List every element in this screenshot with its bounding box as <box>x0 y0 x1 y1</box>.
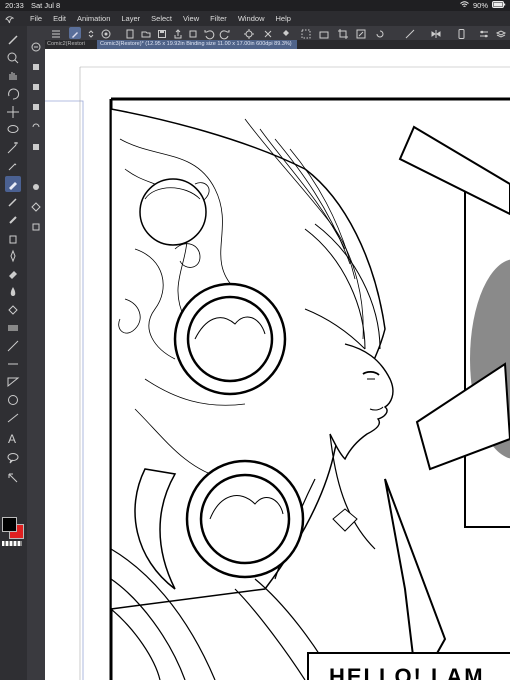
ruler-icon[interactable] <box>404 27 416 39</box>
export-icon[interactable] <box>187 27 199 39</box>
select-layer-button[interactable] <box>69 27 81 39</box>
subtool-4-icon[interactable] <box>30 120 42 132</box>
command-bar <box>0 26 510 40</box>
sub-tool-strip <box>27 40 45 680</box>
subtool-menu-icon[interactable] <box>30 40 42 52</box>
open-file-icon[interactable] <box>140 27 152 39</box>
drawing-canvas[interactable]: HELLO! I AM <box>45 49 510 680</box>
subtool-8-icon[interactable] <box>30 220 42 232</box>
status-date: Sat Jul 8 <box>31 1 61 10</box>
airbrush-icon[interactable] <box>5 230 21 246</box>
ruler-tool-icon[interactable] <box>5 392 21 408</box>
save-icon[interactable] <box>156 27 168 39</box>
pencil-icon[interactable] <box>5 194 21 210</box>
speech-balloon: HELLO! I AM <box>307 652 510 680</box>
scale-icon[interactable] <box>355 27 367 39</box>
correct-line-icon[interactable] <box>5 470 21 486</box>
layers-icon[interactable] <box>495 27 507 39</box>
settings-icon[interactable] <box>478 27 490 39</box>
menu-help[interactable]: Help <box>276 11 291 26</box>
fill-bucket-icon[interactable] <box>5 302 21 318</box>
gradient-icon[interactable] <box>5 320 21 336</box>
battery-icon <box>492 0 506 11</box>
text-tool-icon[interactable]: A <box>5 430 21 446</box>
rotate-icon[interactable] <box>374 27 386 39</box>
balloon-icon[interactable] <box>5 450 21 466</box>
menu-view[interactable]: View <box>183 11 199 26</box>
magic-wand-icon[interactable] <box>5 140 21 156</box>
app-logo-icon[interactable] <box>5 14 15 24</box>
redo-icon[interactable] <box>219 27 231 40</box>
tab-comic3[interactable]: Comic3(Restore)* (12.95 x 19.92in Bindin… <box>97 40 297 49</box>
lasso-icon[interactable] <box>5 122 21 138</box>
crop-icon[interactable] <box>337 27 349 39</box>
subtool-6-icon[interactable] <box>30 180 42 192</box>
hand-icon[interactable] <box>5 68 21 84</box>
line-art <box>45 66 510 680</box>
menu-select[interactable]: Select <box>151 11 172 26</box>
menu-window[interactable]: Window <box>238 11 265 26</box>
share-icon[interactable] <box>172 27 184 39</box>
move-icon[interactable] <box>5 104 21 120</box>
document-tab-bar: Comic2(Restori Comic3(Restore)* (12.95 x… <box>0 40 510 49</box>
line-icon[interactable] <box>5 356 21 372</box>
transform-icon[interactable] <box>243 27 255 39</box>
invert-selection-icon[interactable] <box>318 27 330 39</box>
battery-percent: 90% <box>472 1 488 10</box>
flip-icon[interactable] <box>430 27 442 39</box>
deselect-icon[interactable] <box>300 27 312 39</box>
figure-icon[interactable] <box>5 338 21 354</box>
svg-text:A: A <box>8 432 16 446</box>
main-color-swatch[interactable] <box>2 517 17 532</box>
transparent-color-swatch[interactable] <box>2 541 22 546</box>
hamburger-icon[interactable] <box>50 27 62 39</box>
brush-size-icon[interactable] <box>5 32 21 48</box>
speech-text: HELLO! I AM <box>329 664 485 680</box>
menu-edit[interactable]: Edit <box>53 11 66 26</box>
brush-icon[interactable] <box>5 212 21 228</box>
clear-icon[interactable] <box>262 27 274 39</box>
decoration-icon[interactable] <box>5 248 21 264</box>
operation-icon[interactable] <box>5 410 21 426</box>
subtool-3-icon[interactable] <box>30 100 42 112</box>
menu-filter[interactable]: Filter <box>210 11 227 26</box>
blend-icon[interactable] <box>5 284 21 300</box>
frame-border-icon[interactable] <box>5 374 21 390</box>
fill-icon[interactable] <box>280 27 292 39</box>
phone-icon[interactable] <box>455 27 467 39</box>
tab-comic2[interactable]: Comic2(Restori <box>47 40 95 49</box>
eyedropper-icon[interactable] <box>5 158 21 174</box>
ios-status-bar: 20:33 Sat Jul 8 90% <box>0 0 510 11</box>
companion-icon[interactable] <box>100 27 112 39</box>
menu-animation[interactable]: Animation <box>77 11 110 26</box>
rotate-view-icon[interactable] <box>5 86 21 102</box>
zoom-icon[interactable] <box>5 50 21 66</box>
menu-bar: File Edit Animation Layer Select View Fi… <box>0 11 510 26</box>
stepper-icon[interactable] <box>85 27 97 39</box>
status-time: 20:33 <box>5 1 24 10</box>
pen-tool-icon[interactable] <box>5 176 21 192</box>
subtool-7-icon[interactable] <box>30 200 42 212</box>
menu-layer[interactable]: Layer <box>121 11 140 26</box>
eraser-icon[interactable] <box>5 266 21 282</box>
status-right: 90% <box>460 0 506 11</box>
new-file-icon[interactable] <box>124 27 136 39</box>
undo-icon[interactable] <box>203 27 215 40</box>
wifi-icon <box>460 0 469 11</box>
tool-palette: A <box>0 26 27 680</box>
subtool-1-icon[interactable] <box>30 60 42 72</box>
menu-file[interactable]: File <box>30 11 42 26</box>
subtool-5-icon[interactable] <box>30 140 42 152</box>
subtool-2-icon[interactable] <box>30 80 42 92</box>
